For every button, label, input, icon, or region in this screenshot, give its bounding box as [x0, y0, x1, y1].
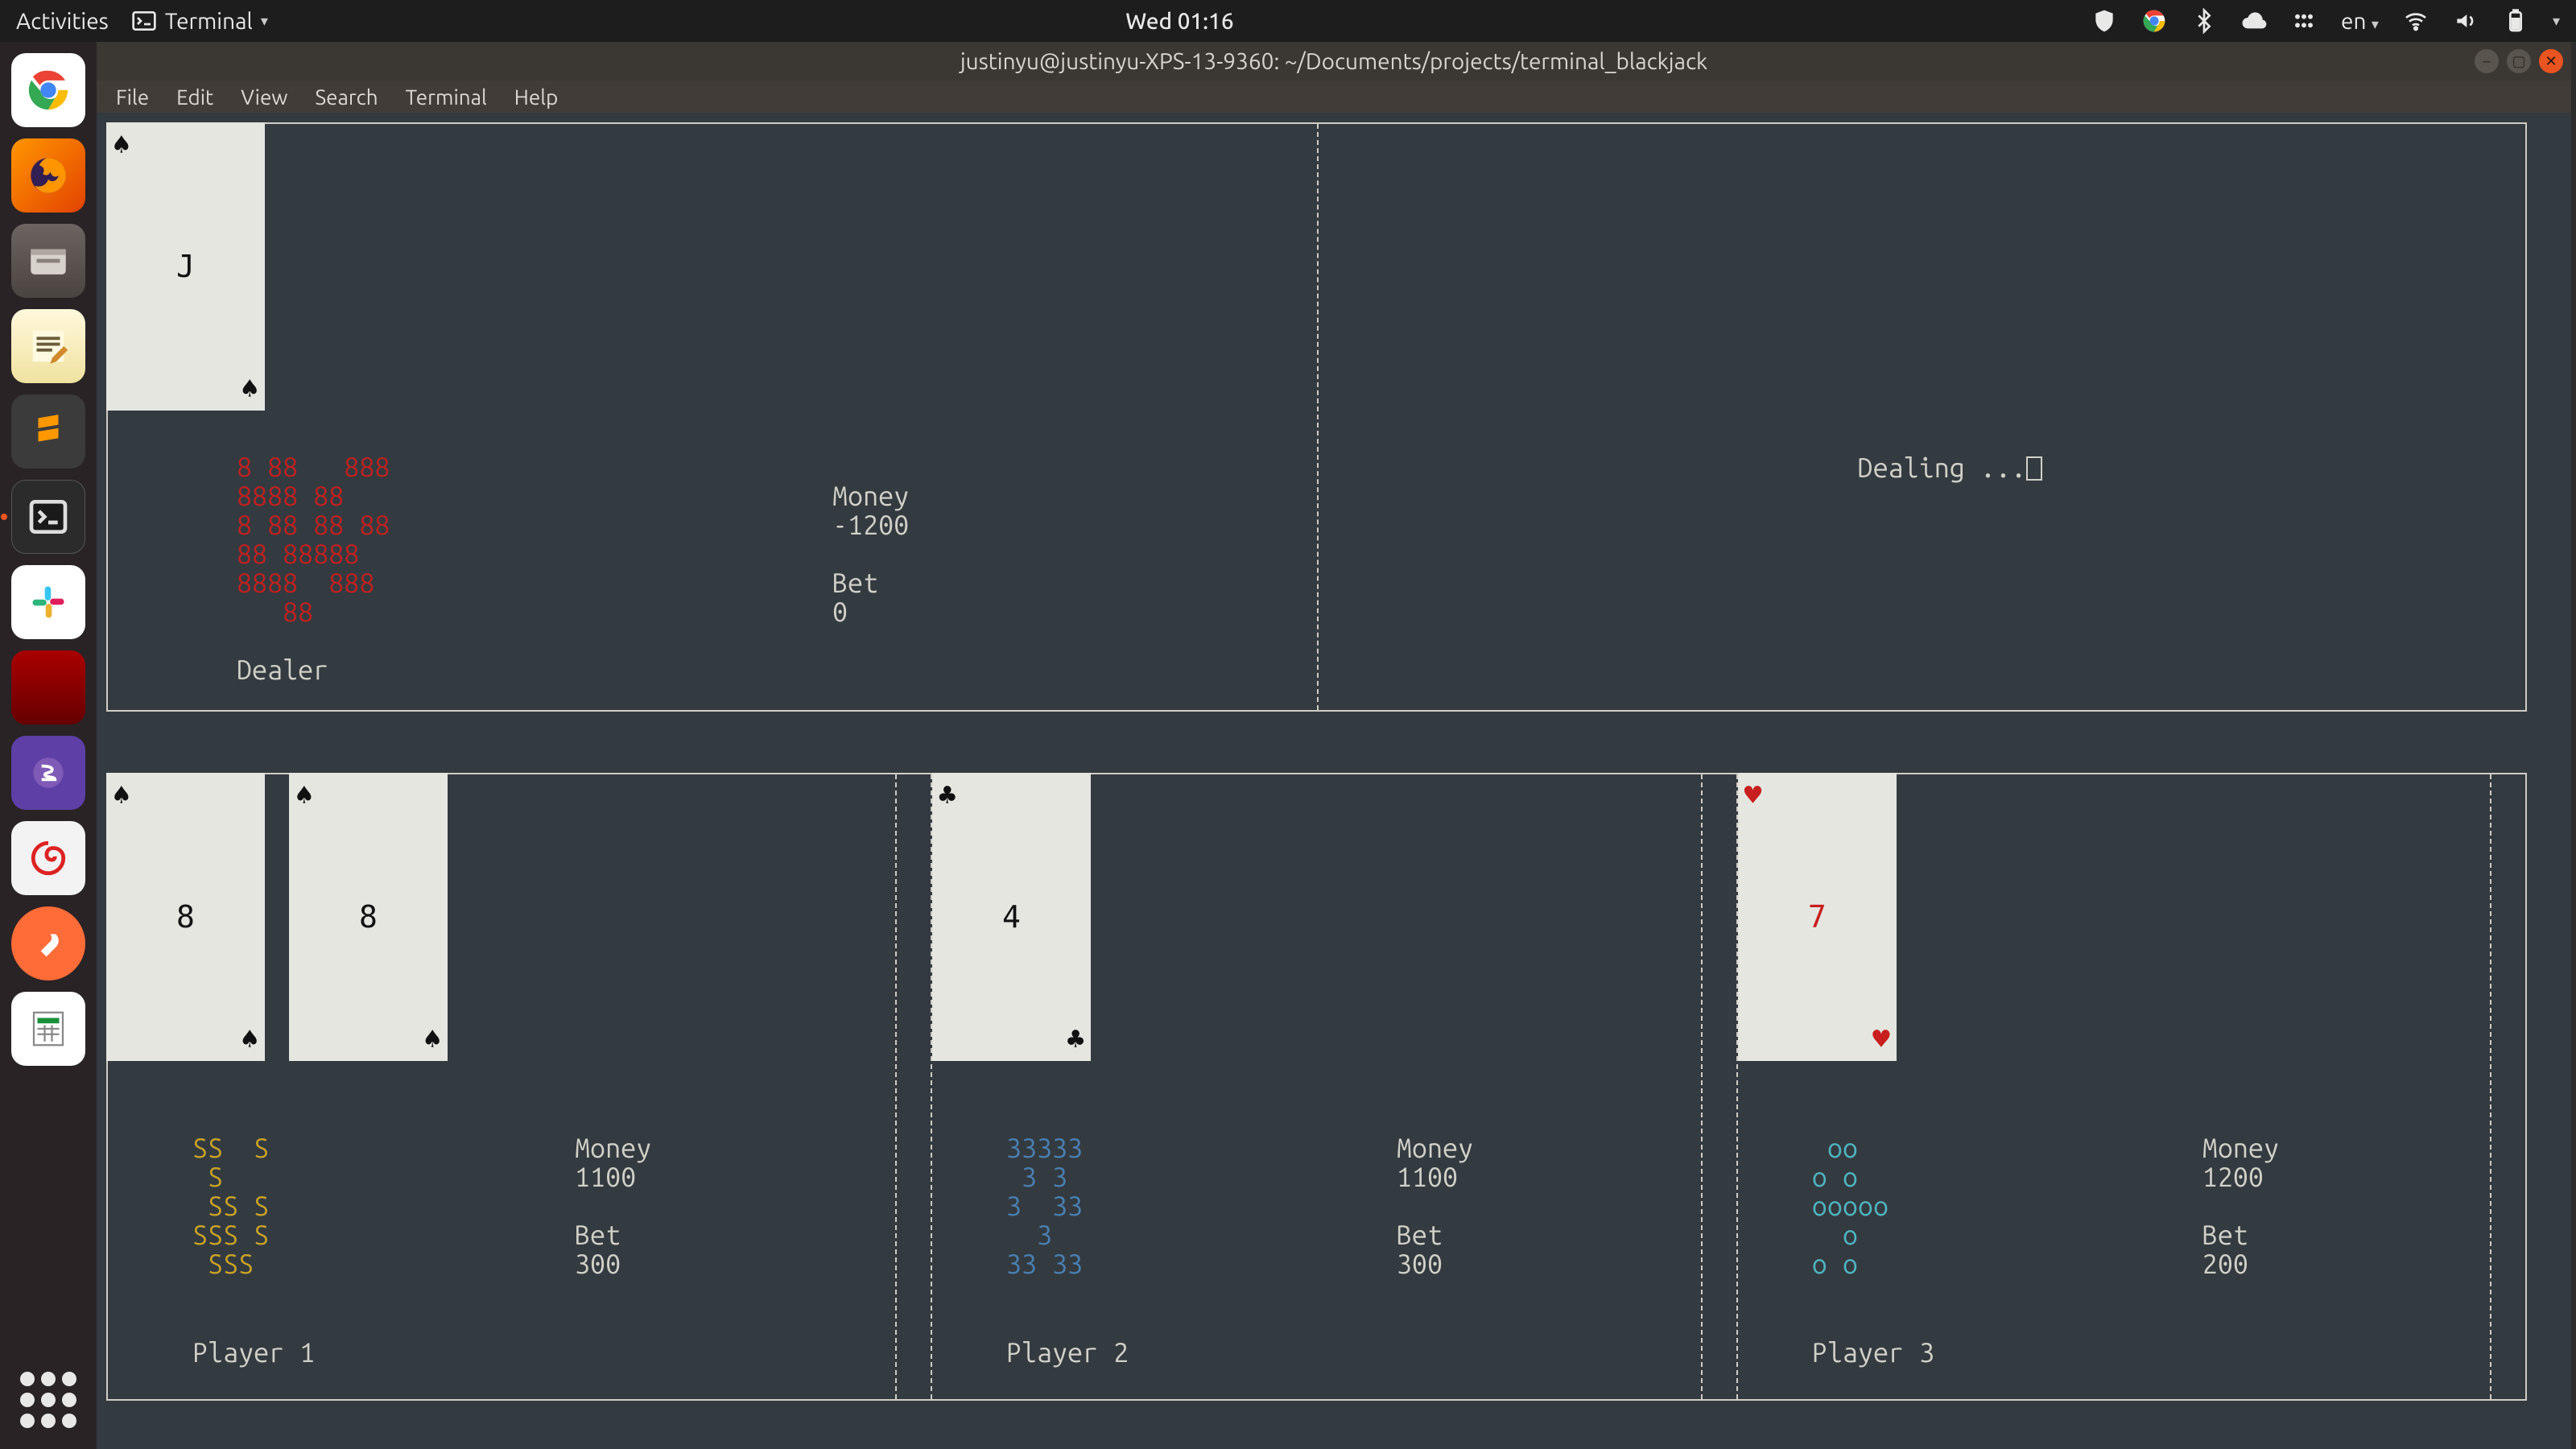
cursor-icon: [2026, 456, 2042, 481]
window-titlebar[interactable]: justinyu@justinyu-XPS-13-9360: ~/Documen…: [97, 42, 2571, 80]
terminal-icon: [131, 8, 157, 34]
card-rank: 4: [932, 899, 1091, 935]
dealer-money-value: -1200: [832, 510, 909, 539]
player2-name: Player 2: [1006, 1338, 1129, 1367]
card-rank: 8: [106, 899, 265, 935]
indicator-icon: [2291, 8, 2317, 34]
heart-icon: ♥: [1744, 778, 1762, 812]
menu-file[interactable]: File: [116, 85, 149, 109]
player3-money-label: Money: [2202, 1133, 2279, 1162]
battery-icon: [2503, 8, 2529, 34]
menu-search[interactable]: Search: [315, 85, 378, 109]
chevron-down-icon: ▾: [2372, 16, 2379, 32]
system-tray[interactable]: en ▾ ▾: [2091, 8, 2560, 34]
chevron-down-icon: ▾: [261, 13, 268, 30]
window-title: justinyu@justinyu-XPS-13-9360: ~/Documen…: [960, 49, 1707, 74]
activities-button[interactable]: Activities: [16, 9, 109, 34]
menu-edit[interactable]: Edit: [176, 85, 213, 109]
chrome-icon: [2141, 8, 2167, 34]
card-rank: J: [106, 249, 265, 284]
cloud-icon: [2241, 8, 2267, 34]
card-rank: 8: [289, 899, 448, 935]
window-close-button[interactable]: ✕: [2539, 49, 2563, 73]
player3-money-value: 1200: [2202, 1162, 2264, 1191]
players-panel: ♠ 8 ♠ ♠ 8 ♠ SS S S SS S SSS S SSS Player…: [106, 773, 2527, 1401]
dealer-card-1: ♠ J ♠: [106, 122, 265, 411]
dealer-bet-value: 0: [832, 597, 848, 626]
spade-icon: ♠: [241, 1022, 258, 1056]
player1-card-2: ♠ 8 ♠: [289, 773, 448, 1061]
terminal-menubar: File Edit View Search Terminal Help: [97, 80, 2571, 113]
gnome-top-panel: Activities Terminal ▾ Wed 01:16 en ▾ ▾: [0, 0, 2576, 42]
spade-icon: ♠: [113, 127, 130, 162]
app-indicator-label: Terminal: [165, 9, 253, 34]
player2-bet-value: 300: [1397, 1249, 1443, 1278]
spade-icon: ♠: [241, 371, 258, 406]
lang-indicator[interactable]: en ▾: [2341, 9, 2379, 34]
app-indicator[interactable]: Terminal ▾: [131, 8, 268, 34]
dealer-divider: [1317, 124, 1319, 710]
card-rank: 7: [1738, 899, 1897, 935]
dock-app-red[interactable]: [11, 650, 85, 724]
player2-ascii-art: 33333 3 3 3 33 3 33 33: [1006, 1133, 1083, 1278]
player1-card-1: ♠ 8 ♠: [106, 773, 265, 1061]
player1-money-value: 1100: [575, 1162, 636, 1191]
dock-app-firefox[interactable]: [11, 138, 85, 213]
spade-icon: ♠: [295, 778, 313, 812]
spade-icon: ♠: [113, 778, 130, 812]
ubuntu-dock: [0, 42, 97, 1449]
player2-card-1: ♣ 4 ♣: [932, 773, 1091, 1061]
player-divider-2: [1701, 774, 1738, 1399]
player1-money-label: Money: [575, 1133, 651, 1162]
club-icon: ♣: [939, 778, 956, 812]
volume-icon: [2453, 8, 2479, 34]
menu-terminal[interactable]: Terminal: [406, 85, 487, 109]
chevron-down-icon: ▾: [2553, 13, 2560, 30]
dealer-panel: ♠ J ♠ 8 88 888 8888 88 8 88 88 88 88 888…: [106, 122, 2527, 712]
player-divider-end: [2490, 774, 2527, 1399]
dock-app-postman[interactable]: [11, 906, 85, 980]
wifi-icon: [2403, 8, 2429, 34]
player3-card-1: ♥ 7 ♥: [1738, 773, 1897, 1061]
player3-ascii-art: oo o o ooooo o o o: [1812, 1133, 1889, 1278]
heart-icon: ♥: [1872, 1022, 1890, 1056]
player3-bet-label: Bet: [2202, 1220, 2248, 1249]
terminal-viewport[interactable]: ♠ J ♠ 8 88 888 8888 88 8 88 88 88 88 888…: [97, 113, 2571, 1449]
player3-bet-value: 200: [2202, 1249, 2248, 1278]
dealer-label: Dealer: [237, 655, 328, 684]
show-applications-button[interactable]: [20, 1372, 76, 1428]
player2-money-label: Money: [1397, 1133, 1473, 1162]
dock-app-sublime[interactable]: [11, 394, 85, 469]
shield-icon: [2091, 8, 2117, 34]
player1-bet-label: Bet: [575, 1220, 621, 1249]
player1-name: Player 1: [192, 1338, 315, 1367]
player-divider-1: [895, 774, 932, 1399]
dock-app-slack[interactable]: [11, 565, 85, 639]
dock-app-text-editor[interactable]: [11, 309, 85, 383]
dock-app-swirl[interactable]: [11, 821, 85, 895]
dock-app-chrome[interactable]: [11, 53, 85, 127]
window-minimize-button[interactable]: –: [2475, 49, 2499, 73]
dealer-ascii-art: 8 88 888 8888 88 8 88 88 88 88 88888 888…: [237, 452, 390, 626]
player1-bet-value: 300: [575, 1249, 621, 1278]
dock-app-files[interactable]: [11, 224, 85, 298]
window-maximize-button[interactable]: ▢: [2507, 49, 2531, 73]
player1-ascii-art: SS S S SS S SSS S SSS: [192, 1133, 269, 1278]
dock-app-terminal[interactable]: [11, 480, 85, 554]
bluetooth-icon: [2191, 8, 2217, 34]
menu-help[interactable]: Help: [514, 85, 559, 109]
dock-app-libreoffice-calc[interactable]: [11, 992, 85, 1066]
player3-name: Player 3: [1812, 1338, 1934, 1367]
clock[interactable]: Wed 01:16: [268, 9, 2091, 34]
dealer-money-label: Money: [832, 481, 909, 510]
player2-money-value: 1100: [1397, 1162, 1458, 1191]
terminal-window: justinyu@justinyu-XPS-13-9360: ~/Documen…: [97, 42, 2571, 1449]
status-message: Dealing ...: [1858, 452, 2042, 483]
dealer-bet-label: Bet: [832, 568, 878, 597]
club-icon: ♣: [1067, 1022, 1084, 1056]
dock-app-emacs[interactable]: [11, 736, 85, 810]
spade-icon: ♠: [423, 1022, 441, 1056]
menu-view[interactable]: View: [241, 85, 287, 109]
player2-bet-label: Bet: [1397, 1220, 1443, 1249]
